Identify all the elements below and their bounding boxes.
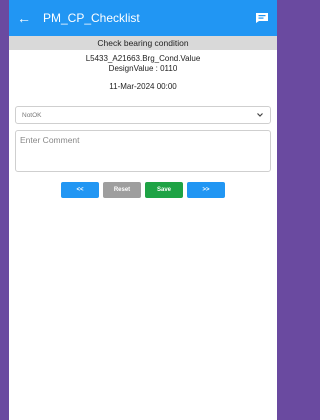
chevron-down-icon [257,113,263,117]
check-info: L5433_A21663.Brg_Cond.Value DesignValue … [9,54,277,92]
status-select-value: NotOK [22,111,42,119]
back-arrow-icon[interactable]: ← [17,11,35,25]
previous-button[interactable]: << [61,182,99,198]
message-icon[interactable] [255,12,269,24]
reset-button[interactable]: Reset [103,182,141,198]
status-select[interactable]: NotOK [15,106,271,124]
check-date: 11-Mar-2024 00:00 [109,82,177,91]
action-buttons: << Reset Save >> [9,182,277,198]
app-bar: ← PM_CP_Checklist [9,0,277,36]
next-button[interactable]: >> [187,182,225,198]
comment-field[interactable]: Enter Comment [15,130,271,172]
task-header: Check bearing condition [9,36,277,50]
save-button[interactable]: Save [145,182,183,198]
design-value: DesignValue : 0110 [108,64,178,73]
tag-name: L5433_A21663.Brg_Cond.Value [85,54,201,63]
app-title: PM_CP_Checklist [43,11,140,25]
comment-placeholder: Enter Comment [20,135,80,145]
app-screen: ← PM_CP_Checklist Check bearing conditio… [9,0,277,420]
